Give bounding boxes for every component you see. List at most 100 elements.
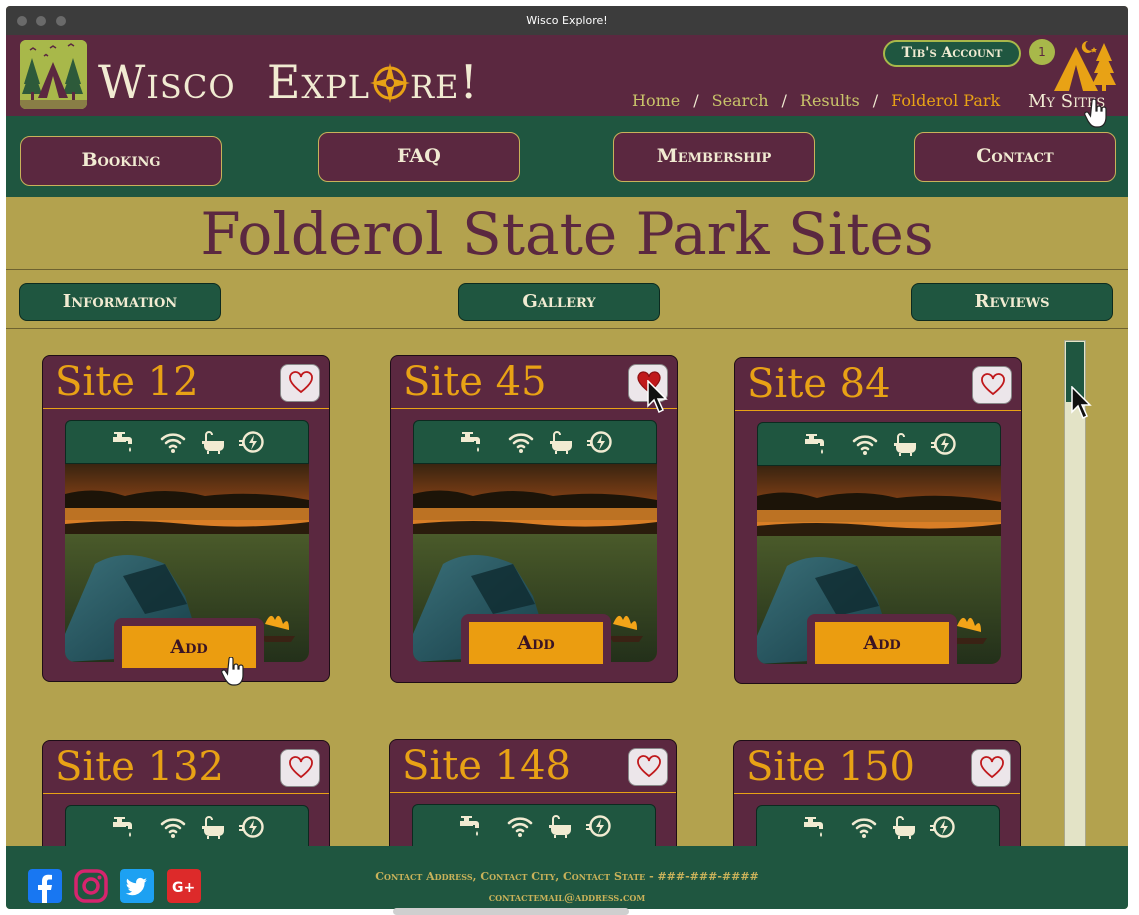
electric-hookup-icon: [586, 429, 612, 455]
heart-outline-icon: [636, 755, 662, 779]
site-card-title: Site 150: [746, 744, 916, 790]
tab-gallery[interactable]: Gallery: [458, 283, 660, 321]
nav-membership-button[interactable]: Membership: [613, 132, 815, 182]
account-button[interactable]: Tib's Account: [883, 40, 1021, 67]
maximize-window-button[interactable]: [56, 16, 66, 26]
wifi-icon: [851, 814, 877, 840]
breadcrumb-home[interactable]: Home: [632, 91, 680, 110]
breadcrumb-search[interactable]: Search: [712, 91, 769, 110]
breadcrumb-separator: /: [693, 91, 699, 110]
bathtub-icon: [548, 429, 574, 455]
brand-word-1: Wisco: [98, 55, 236, 109]
amenities-bar: [412, 804, 656, 848]
electric-hookup-icon: [585, 813, 611, 839]
add-button-frame: Add: [807, 614, 957, 674]
favorite-button[interactable]: [280, 364, 320, 402]
park-subnav: Information Gallery Reviews: [6, 271, 1128, 329]
site-card-title: Site 132: [55, 744, 225, 790]
wifi-icon: [160, 814, 186, 840]
tab-reviews[interactable]: Reviews: [911, 283, 1113, 321]
window-title: Wisco Explore!: [526, 14, 608, 27]
amenities-bar: [65, 420, 309, 464]
heart-outline-icon: [980, 373, 1006, 397]
brand-word-2a: Expl: [266, 55, 370, 109]
tent-moon-icon[interactable]: [1042, 39, 1118, 91]
bathtub-icon: [892, 431, 918, 457]
amenities-bar: [756, 805, 1000, 849]
arrow-cursor-icon: [1071, 386, 1092, 420]
wifi-icon: [160, 429, 186, 455]
site-brand-title: Wisco Expl re!: [98, 57, 479, 107]
card-divider: [43, 408, 329, 409]
bathtub-icon: [547, 813, 573, 839]
site-card: Site 45 Add: [390, 355, 678, 683]
favorite-button[interactable]: [280, 749, 320, 787]
add-site-button[interactable]: Add: [815, 622, 949, 664]
breadcrumb-results[interactable]: Results: [800, 91, 860, 110]
nav-faq-button[interactable]: FAQ: [318, 132, 520, 182]
breadcrumb: Home / Search / Results / Folderol Park: [632, 91, 1000, 110]
add-button-frame: Add: [461, 614, 611, 674]
nav-booking-button[interactable]: Booking: [20, 136, 222, 186]
hand-cursor-icon: [1084, 99, 1107, 128]
site-card-title: Site 45: [403, 359, 547, 405]
page-title: Folderol State Park Sites: [200, 200, 934, 268]
amenities-bar: [757, 422, 1001, 466]
tab-information[interactable]: Information: [19, 283, 221, 321]
footer-email[interactable]: contactemail@address.com: [6, 891, 1128, 904]
electric-hookup-icon: [929, 814, 955, 840]
favorite-button[interactable]: [971, 749, 1011, 787]
amenities-bar: [413, 420, 657, 464]
wifi-icon: [507, 813, 533, 839]
favorite-button[interactable]: [972, 366, 1012, 404]
wifi-icon: [852, 431, 878, 457]
close-window-button[interactable]: [17, 16, 27, 26]
window-titlebar: Wisco Explore!: [6, 6, 1128, 35]
add-site-button[interactable]: Add: [469, 622, 603, 664]
site-footer: G+ Contact Address, Contact City, Contac…: [6, 846, 1128, 909]
window-horizontal-scrollbar[interactable]: [393, 908, 629, 915]
electric-hookup-icon: [238, 814, 264, 840]
water-faucet-icon: [801, 814, 827, 840]
heart-outline-icon: [288, 371, 314, 395]
card-divider: [391, 408, 677, 409]
favorite-button[interactable]: [628, 748, 668, 786]
site-card-title: Site 84: [747, 361, 891, 407]
site-card-title: Site 12: [55, 359, 199, 405]
wifi-icon: [508, 429, 534, 455]
site-header: Wisco Expl re! Tib's Account 1 Home / Searc…: [6, 35, 1128, 116]
electric-hookup-icon: [930, 431, 956, 457]
bathtub-icon: [200, 429, 226, 455]
compass-icon: [369, 55, 410, 109]
water-faucet-icon: [458, 429, 484, 455]
browser-window: Wisco Explore! Wisco Expl re! Tib's Accou…: [6, 6, 1128, 909]
card-divider: [734, 793, 1020, 794]
heart-outline-icon: [288, 756, 314, 780]
site-card-title: Site 148: [402, 743, 572, 789]
nav-contact-button[interactable]: Contact: [914, 132, 1116, 182]
footer-address: Contact Address, Contact City, Contact S…: [375, 870, 759, 883]
electric-hookup-icon: [238, 429, 264, 455]
breadcrumb-separator: /: [781, 91, 787, 110]
brand-word-2b: re!: [409, 55, 479, 109]
minimize-window-button[interactable]: [36, 16, 46, 26]
card-divider: [735, 410, 1021, 411]
arrow-cursor-icon: [647, 380, 668, 414]
site-logo[interactable]: [20, 40, 87, 109]
main-nav: Booking FAQ Membership Contact: [6, 116, 1128, 197]
bathtub-icon: [891, 814, 917, 840]
water-faucet-icon: [110, 429, 136, 455]
page-title-band: Folderol State Park Sites: [6, 197, 1128, 270]
water-faucet-icon: [802, 431, 828, 457]
camp-logo-icon: [20, 40, 87, 109]
card-divider: [390, 792, 676, 793]
site-card: Site 12 Add: [42, 355, 330, 682]
breadcrumb-separator: /: [872, 91, 879, 110]
card-divider: [43, 793, 329, 794]
water-faucet-icon: [110, 814, 136, 840]
hand-cursor-icon: [221, 657, 244, 686]
bathtub-icon: [200, 814, 226, 840]
breadcrumb-current: Folderol Park: [891, 91, 1001, 110]
heart-outline-icon: [979, 756, 1005, 780]
amenities-bar: [65, 805, 309, 849]
